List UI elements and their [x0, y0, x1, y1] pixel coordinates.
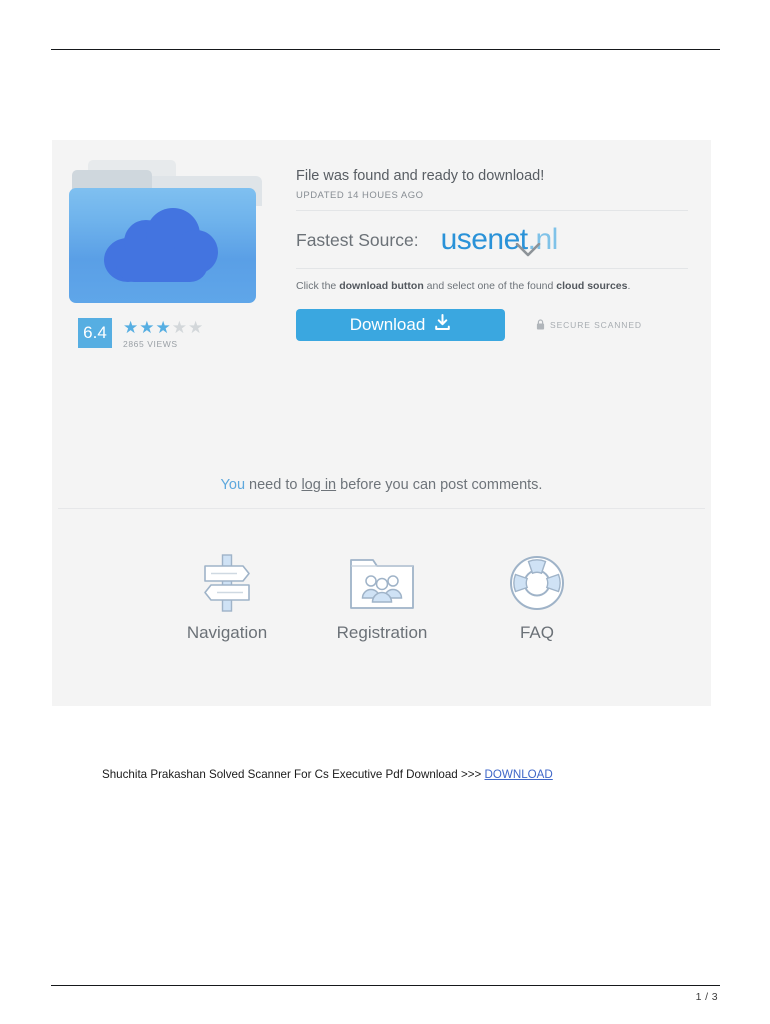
tile-navigation-label: Navigation [186, 623, 268, 642]
chevron-down-icon [515, 243, 541, 257]
document-caption: Shuchita Prakashan Solved Scanner For Cs… [102, 768, 553, 781]
star-filled-icon: ★ [123, 318, 140, 337]
divider [296, 268, 688, 269]
caption-download-link[interactable]: DOWNLOAD [485, 768, 553, 781]
instruction-bold-1: download button [339, 280, 424, 292]
cloud-icon [104, 208, 218, 282]
rating-row: 6.4 ★★★★★ 2865 VIEWS [78, 318, 204, 349]
lock-icon [536, 318, 545, 332]
download-ad-panel: 6.4 ★★★★★ 2865 VIEWS File was found and … [52, 140, 711, 706]
tile-faq-label: FAQ [519, 623, 554, 642]
login-notice-tail: before you can post comments. [336, 477, 543, 493]
footer-rule [51, 985, 720, 986]
tile-registration[interactable]: Registration [307, 548, 457, 643]
usenet-logo: usenet.nl [441, 225, 558, 257]
cloud-folder-icon [66, 148, 271, 313]
divider [296, 210, 688, 211]
fastest-source-label: Fastest Source: [296, 229, 419, 250]
download-arrow-icon [434, 314, 451, 336]
signpost-icon [152, 548, 302, 614]
views-count: 2865 VIEWS [123, 339, 178, 349]
ad-content-column: File was found and ready to download! UP… [296, 168, 688, 341]
star-filled-icon: ★ [155, 318, 172, 337]
rating-score: 6.4 [78, 318, 112, 348]
login-notice: You need to log in before you can post c… [52, 477, 711, 493]
download-button-label: Download [349, 315, 426, 334]
instruction-part-1: Click the [296, 280, 340, 292]
cloud-base [116, 250, 208, 282]
secure-scanned-badge: SECURE SCANNED [536, 318, 642, 332]
download-button[interactable]: Download [296, 309, 505, 341]
fastest-source-row: Fastest Source: usenet.nl [296, 221, 688, 259]
ad-instruction: Click the download button and select one… [296, 280, 688, 292]
document-page: 6.4 ★★★★★ 2865 VIEWS File was found and … [0, 0, 770, 1024]
header-rule [51, 49, 720, 50]
cta-row: Download SECURE SCANNED [296, 309, 688, 341]
star-empty-icon: ★ [171, 318, 188, 337]
login-notice-you: You [220, 477, 246, 493]
comments-divider [58, 508, 705, 509]
ad-headline: File was found and ready to download! [296, 168, 545, 184]
life-ring-icon [462, 548, 612, 614]
ad-updated-timestamp: UPDATED 14 HOUES AGO [296, 190, 424, 201]
star-filled-icon: ★ [139, 318, 156, 337]
tile-navigation[interactable]: Navigation [152, 548, 302, 643]
instruction-part-3: . [627, 280, 631, 292]
instruction-bold-2: cloud sources [556, 280, 628, 292]
footer-tiles: Navigation Registration FAQ [152, 548, 612, 643]
rating-stars-wrap: ★★★★★ 2865 VIEWS [123, 318, 204, 349]
tile-registration-label: Registration [336, 623, 428, 642]
tile-faq[interactable]: FAQ [462, 548, 612, 643]
rating-stars: ★★★★★ [123, 319, 204, 336]
page-indicator: 1 / 3 [695, 991, 718, 1003]
star-empty-icon: ★ [188, 318, 205, 337]
instruction-part-2: and select one of the found [423, 280, 557, 292]
folder-users-icon [307, 548, 457, 614]
secure-scanned-label: SECURE SCANNED [550, 320, 642, 330]
caption-text: Shuchita Prakashan Solved Scanner For Cs… [102, 768, 485, 781]
log-in-link[interactable]: log in [301, 477, 336, 493]
login-notice-middle: need to [245, 477, 302, 493]
